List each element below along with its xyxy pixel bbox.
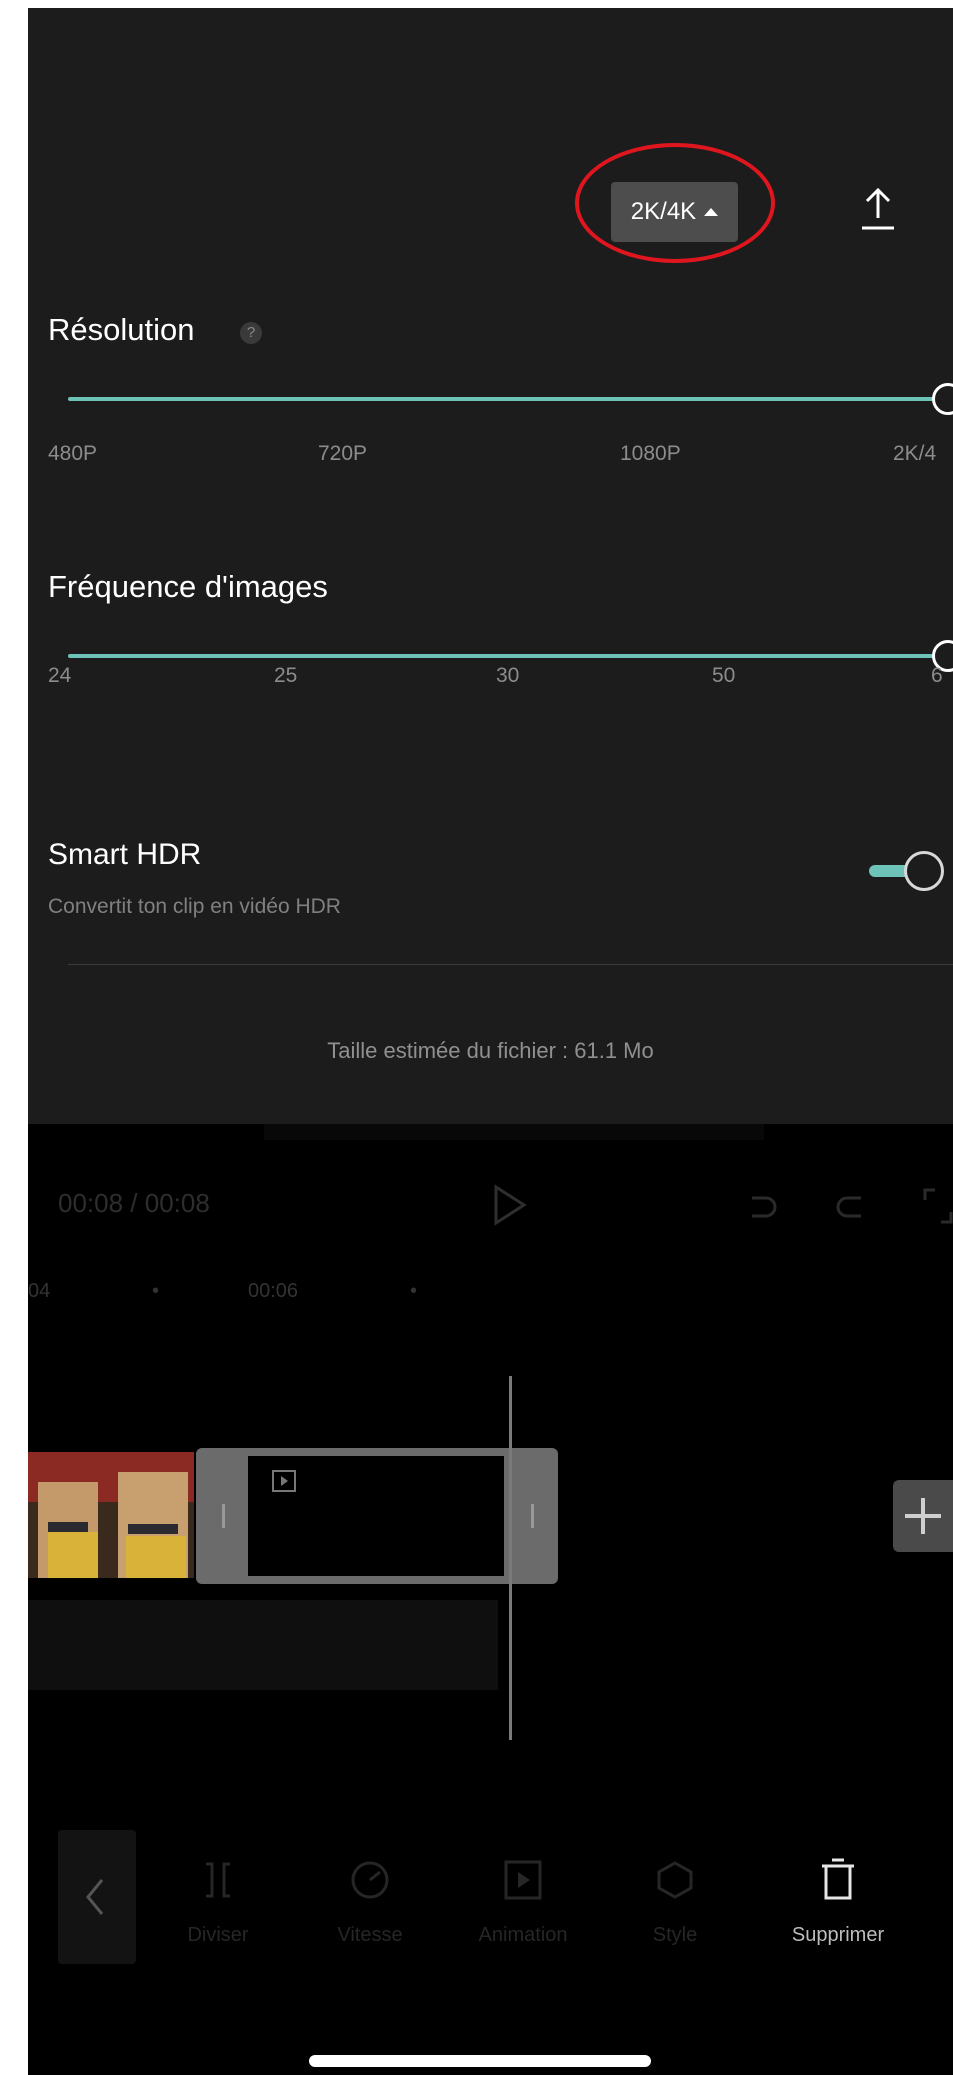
- toolbar-style-label[interactable]: Style: [628, 1924, 722, 1947]
- fullscreen-icon[interactable]: [923, 1188, 953, 1224]
- audio-track[interactable]: [28, 1600, 498, 1690]
- current-time: 00:08 / 00:08: [58, 1188, 210, 1219]
- clip-left-handle[interactable]: [222, 1504, 225, 1528]
- style-icon[interactable]: [656, 1860, 694, 1900]
- video-clip-icon: [272, 1470, 296, 1492]
- divider: [68, 964, 953, 965]
- smart-hdr-subtitle: Convertit ton clip en vidéo HDR: [48, 895, 341, 918]
- toolbar-speed-label[interactable]: Vitesse: [318, 1924, 422, 1947]
- ruler-mark: 04: [28, 1280, 51, 1302]
- chevron-left-icon: [86, 1879, 104, 1915]
- add-clip-button[interactable]: [893, 1480, 953, 1552]
- plus-icon: [905, 1498, 941, 1534]
- playhead[interactable]: [509, 1376, 512, 1740]
- panel-bottom-edge: [264, 1124, 764, 1140]
- ruler-mark: •: [152, 1280, 160, 1302]
- estimated-file-size: Taille estimée du fichier : 61.1 Mo: [327, 1038, 654, 1063]
- time-separator: /: [123, 1188, 145, 1218]
- undo-icon[interactable]: [744, 1188, 780, 1224]
- highlight-ring: [575, 143, 775, 263]
- upload-icon[interactable]: [860, 184, 896, 234]
- play-icon[interactable]: [492, 1183, 528, 1227]
- smart-hdr-toggle[interactable]: [904, 851, 944, 891]
- total-time: 00:08: [144, 1188, 210, 1218]
- resolution-slider-track[interactable]: [68, 397, 938, 401]
- frame-rate-tick: 24: [48, 664, 72, 687]
- frame-rate-title: Fréquence d'images: [48, 569, 328, 604]
- resolution-tick: 1080P: [620, 442, 681, 465]
- current-time-value: 00:08: [58, 1188, 124, 1218]
- frame-rate-tick: 6: [931, 664, 943, 687]
- home-indicator: [309, 2055, 651, 2067]
- resolution-tick: 480P: [48, 442, 98, 465]
- split-icon[interactable]: [200, 1860, 236, 1900]
- resolution-tick: 2K/4: [893, 442, 937, 465]
- clip-thumbnail-image: [28, 1452, 194, 1578]
- resolution-title: Résolution: [48, 312, 195, 347]
- animation-icon[interactable]: [504, 1860, 542, 1900]
- redo-icon[interactable]: [833, 1188, 869, 1224]
- resolution-slider-knob[interactable]: [932, 383, 953, 415]
- ruler-mark: •: [410, 1280, 418, 1302]
- video-clip-thumbnails[interactable]: [28, 1452, 194, 1578]
- toolbar-animation-label[interactable]: Animation: [458, 1924, 588, 1947]
- frame-rate-slider-track[interactable]: [68, 654, 938, 658]
- help-icon[interactable]: ?: [240, 322, 262, 344]
- speed-icon[interactable]: [350, 1860, 390, 1900]
- toolbar-back-button[interactable]: [58, 1830, 136, 1964]
- resolution-tick: 720P: [318, 442, 368, 465]
- frame-rate-tick: 30: [496, 664, 520, 687]
- smart-hdr-title: Smart HDR: [48, 838, 202, 871]
- trash-icon[interactable]: [818, 1858, 858, 1902]
- clip-right-handle[interactable]: [531, 1504, 534, 1528]
- frame-rate-tick: 50: [712, 664, 736, 687]
- app-window: 2K/4K Résolution ? 480P 720P 1080P 2K/4 …: [28, 8, 953, 2075]
- toolbar-split-label[interactable]: Diviser: [168, 1924, 268, 1947]
- export-settings-panel: 2K/4K Résolution ? 480P 720P 1080P 2K/4 …: [28, 8, 953, 1124]
- toolbar-delete-label[interactable]: Supprimer: [768, 1924, 908, 1947]
- frame-rate-tick: 25: [274, 664, 298, 687]
- ruler-mark: 00:06: [248, 1280, 299, 1302]
